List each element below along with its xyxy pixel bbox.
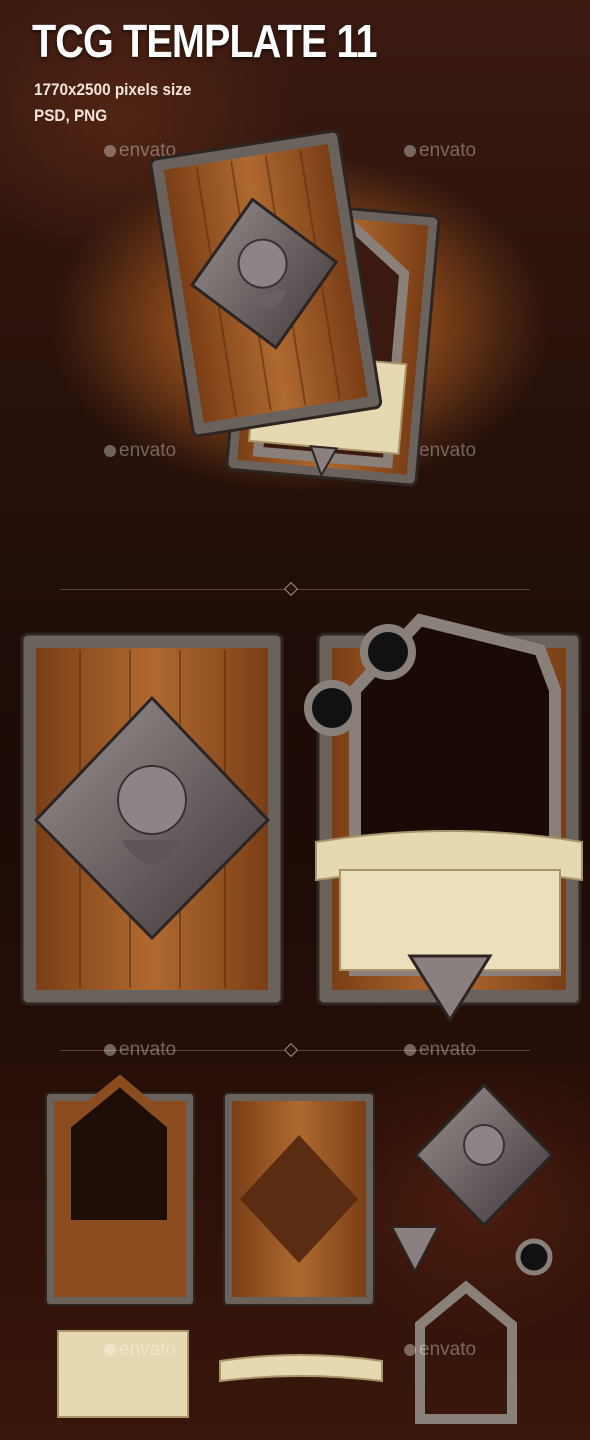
shield-gem-component [390,1226,440,1274]
size-info: 1770x2500 pixels size [34,80,192,99]
page-title: TCG TEMPLATE 11 [32,15,378,67]
card-back-large [20,632,284,1006]
card-pair-art [20,613,583,1023]
card-front-large [304,613,583,1023]
envato-leaf-icon [104,1344,116,1356]
watermark: envato [404,1339,476,1361]
components-art [45,1074,555,1424]
format-info: PSD, PNG [34,106,108,125]
back-wood-component [223,1092,375,1306]
divider-ornament [283,581,299,597]
envato-leaf-icon [404,1044,416,1056]
stone-face-head [463,1124,505,1166]
divider-ornament [283,1042,299,1058]
watermark: envato [104,1039,176,1061]
ribbon-banner-component [219,1354,383,1383]
envato-leaf-icon [104,1044,116,1056]
frame-wood-component [45,1074,195,1306]
watermark: envato [104,1339,176,1361]
watermark: envato [404,1039,476,1061]
template-preview-page: TCG TEMPLATE 11 1770x2500 pixels size PS… [0,0,590,1440]
hero-cards-art [50,129,550,495]
ring-socket-component [515,1238,553,1276]
envato-leaf-icon [404,1344,416,1356]
